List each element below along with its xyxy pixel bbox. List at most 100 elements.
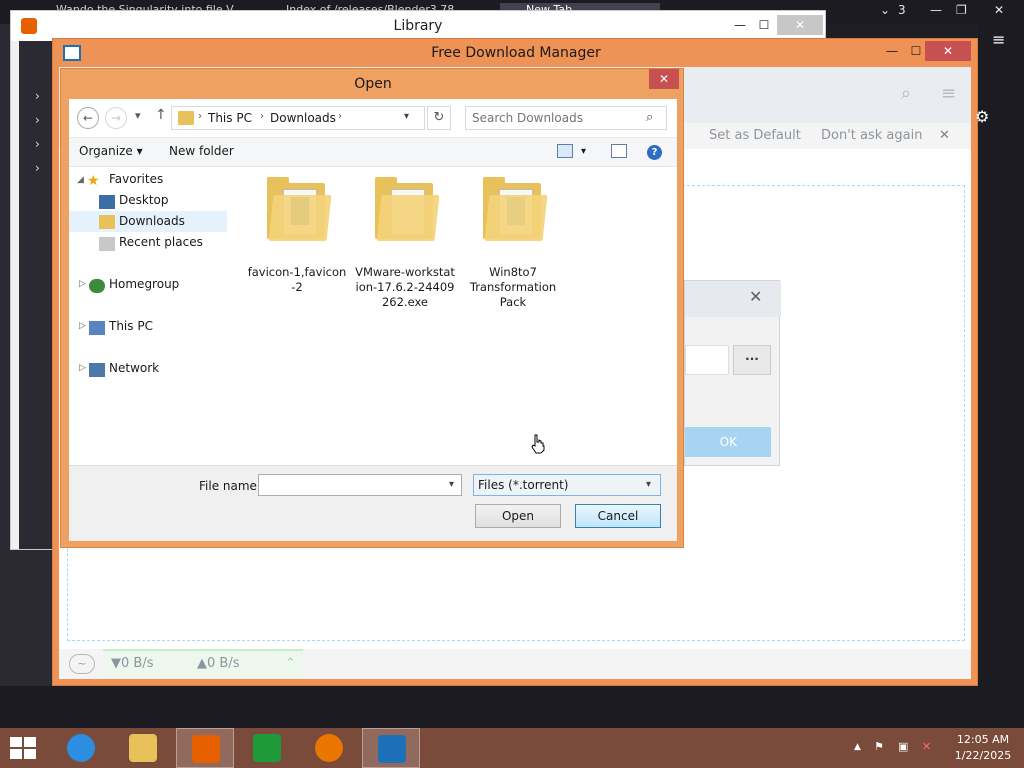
taskbar-firefox[interactable] <box>176 728 234 768</box>
store-icon <box>253 734 281 762</box>
dont-ask-button[interactable]: Don't ask again <box>811 123 932 149</box>
taskbar-file-explorer[interactable] <box>114 728 172 768</box>
address-bar[interactable]: › This PC › Downloads › ▾ <box>171 106 425 130</box>
file-name: VMware-workstation-17.6.2-24409262.exe <box>355 265 455 309</box>
breadcrumb-separator-icon[interactable]: › <box>260 111 264 122</box>
organize-button[interactable]: Organize ▾ <box>79 144 143 158</box>
show-hidden-icons-icon[interactable]: ▲ <box>854 742 861 752</box>
open-dialog-title: Open <box>354 76 392 92</box>
breadcrumb-downloads[interactable]: Downloads <box>270 111 336 125</box>
fdm-title: Free Download Manager <box>431 45 601 61</box>
breadcrumb-separator-icon[interactable]: › <box>338 111 342 122</box>
file-name-input[interactable] <box>258 474 462 496</box>
preview-pane-icon[interactable] <box>611 144 627 158</box>
file-name: favicon-1,favicon-2 <box>247 265 347 294</box>
help-icon[interactable]: ? <box>647 145 662 160</box>
folder-icon <box>267 177 332 241</box>
tab-list-chevron-icon[interactable]: ⌄ <box>880 3 890 17</box>
clock-time: 12:05 AM <box>956 733 1010 746</box>
chevron-up-icon[interactable]: ⌃ <box>285 656 296 671</box>
network-icon[interactable]: ▣ <box>898 740 908 753</box>
file-name-dropdown-icon[interactable]: ▾ <box>449 479 454 490</box>
fdm-close-button[interactable]: ✕ <box>925 41 971 61</box>
history-expand-icon[interactable]: › <box>35 89 40 103</box>
taskbar-internet-explorer[interactable] <box>52 728 110 768</box>
breadcrumb-separator-icon[interactable]: › <box>198 111 202 122</box>
nav-item-this-pc[interactable]: This PC <box>109 316 153 337</box>
new-folder-button[interactable]: New folder <box>169 144 234 158</box>
menu-icon[interactable]: ≡ <box>941 83 956 104</box>
search-input[interactable] <box>472 110 642 126</box>
address-dropdown-icon[interactable]: ▾ <box>404 111 409 122</box>
forward-button[interactable]: → <box>105 107 127 129</box>
file-item[interactable]: Win8to7 Transformation Pack <box>463 169 563 329</box>
nav-item-network[interactable]: Network <box>109 358 159 379</box>
hand-cursor-icon <box>531 434 545 454</box>
recent-locations-chevron-icon[interactable]: ▾ <box>135 109 141 122</box>
file-item[interactable]: VMware-workstation-17.6.2-24409262.exe <box>355 169 455 329</box>
file-name-label: File name: <box>199 479 261 493</box>
nav-item-desktop[interactable]: Desktop <box>119 190 169 211</box>
bookmarks-expand-icon[interactable]: › <box>35 161 40 175</box>
upload-speed: ▲0 B/s <box>197 656 240 671</box>
browser-minimize-button[interactable]: — <box>930 3 942 17</box>
nav-item-recent-places[interactable]: Recent places <box>119 232 203 253</box>
expand-chevron-icon[interactable]: ▷ <box>79 321 86 331</box>
browser-restore-button[interactable]: ❐ <box>956 3 967 17</box>
ok-button[interactable]: OK <box>685 427 771 457</box>
add-download-header: ✕ <box>685 281 781 317</box>
path-field[interactable] <box>685 345 729 375</box>
menu-icon[interactable]: ≡ <box>992 30 1005 49</box>
file-type-select[interactable]: Files (*.torrent) ▾ <box>473 474 661 496</box>
action-center-flag-icon[interactable]: ⚑ <box>874 740 884 753</box>
volume-muted-icon[interactable]: ✕ <box>922 740 931 753</box>
gear-icon[interactable]: ⚙ <box>975 107 989 126</box>
clock[interactable]: 12:05 AM 1/22/2025 <box>950 732 1016 764</box>
nav-item-favorites[interactable]: Favorites <box>109 169 163 190</box>
refresh-button[interactable]: ↻ <box>427 106 451 130</box>
collapse-chevron-icon[interactable]: ◢ <box>77 175 84 185</box>
fdm-minimize-button[interactable]: — <box>879 41 905 61</box>
view-options-chevron-icon[interactable]: ▾ <box>581 146 586 157</box>
firefox-logo-icon <box>21 18 37 34</box>
library-maximize-button[interactable]: ☐ <box>751 15 777 35</box>
library-minimize-button[interactable]: — <box>727 15 753 35</box>
taskbar-store[interactable] <box>238 728 296 768</box>
change-view-icon[interactable] <box>557 144 573 158</box>
snail-mode-icon[interactable]: ~ <box>69 654 95 674</box>
search-icon[interactable]: ⌕ <box>901 83 911 104</box>
downloads-expand-icon[interactable]: › <box>35 113 40 127</box>
browse-button[interactable]: ··· <box>733 345 771 375</box>
library-close-button[interactable]: ✕ <box>777 15 823 35</box>
browser-bottom <box>0 686 1024 728</box>
file-item[interactable]: favicon-1,favicon-2 <box>247 169 347 329</box>
notice-close-icon[interactable]: ✕ <box>939 123 950 149</box>
downloads-folder-icon <box>178 111 194 125</box>
breadcrumb-this-pc[interactable]: This PC <box>208 111 252 125</box>
search-icon[interactable]: ⌕ <box>646 110 653 125</box>
taskbar-free-download-manager[interactable] <box>362 728 420 768</box>
library-titlebar: Library — ☐ ✕ <box>11 11 825 41</box>
expand-chevron-icon[interactable]: ▷ <box>79 363 86 373</box>
file-type-dropdown-icon[interactable]: ▾ <box>646 475 651 495</box>
nav-item-downloads[interactable]: Downloads <box>69 211 227 232</box>
start-button[interactable] <box>10 737 38 761</box>
back-button[interactable]: ← <box>77 107 99 129</box>
add-download-dialog: ✕ ··· OK <box>684 280 781 466</box>
set-default-button[interactable]: Set as Default <box>699 123 811 149</box>
tags-expand-icon[interactable]: › <box>35 137 40 151</box>
up-arrow-icon[interactable]: ↑ <box>155 107 167 123</box>
file-name: Win8to7 Transformation Pack <box>469 265 557 309</box>
taskbar-blender[interactable] <box>300 728 358 768</box>
desktop-icon <box>99 195 115 209</box>
blender-icon <box>315 734 343 762</box>
search-box[interactable]: ⌕ <box>465 106 667 130</box>
recent-places-icon <box>99 237 115 251</box>
browser-close-button[interactable]: ✕ <box>994 3 1004 17</box>
expand-chevron-icon[interactable]: ▷ <box>79 279 86 289</box>
close-icon[interactable]: ✕ <box>749 287 762 306</box>
open-button[interactable]: Open <box>475 504 561 528</box>
open-dialog-close-button[interactable]: ✕ <box>649 69 679 89</box>
nav-item-homegroup[interactable]: Homegroup <box>109 274 179 295</box>
cancel-button[interactable]: Cancel <box>575 504 661 528</box>
